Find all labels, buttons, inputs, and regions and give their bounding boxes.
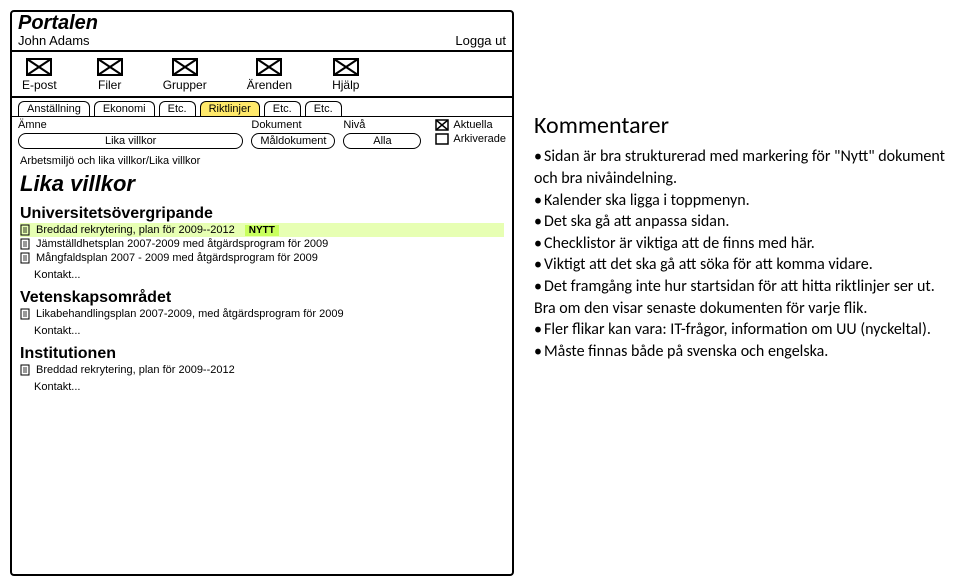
main-tab-label: Grupper bbox=[163, 78, 207, 92]
aktuella-label: Aktuella bbox=[453, 119, 492, 131]
filter-amne-input[interactable]: Lika villkor bbox=[18, 133, 243, 149]
main-tab-label: Filer bbox=[98, 78, 121, 92]
comment-bullet: Sidan är bra strukturerad med markering … bbox=[534, 146, 949, 189]
document-icon bbox=[20, 224, 30, 236]
sub-tabs: Anställning Ekonomi Etc. Riktlinjer Etc. Etc. bbox=[12, 98, 512, 116]
document-icon bbox=[20, 252, 30, 264]
kontakt-link[interactable]: Kontakt... bbox=[34, 381, 504, 393]
tab-icon bbox=[97, 58, 123, 76]
main-tabs: E-post Filer Grupper Ärenden Hjälp bbox=[12, 52, 512, 98]
new-badge: NYTT bbox=[245, 225, 279, 236]
document-icon bbox=[20, 364, 30, 376]
filter-dokument-input[interactable]: Måldokument bbox=[251, 133, 335, 149]
main-tab-grupper[interactable]: Grupper bbox=[163, 58, 207, 92]
main-tab-hjälp[interactable]: Hjälp bbox=[332, 58, 359, 92]
comment-bullet: Det ska gå att anpassa sidan. bbox=[534, 211, 949, 233]
checkbox-aktuella[interactable] bbox=[435, 119, 449, 131]
tab-icon bbox=[172, 58, 198, 76]
list-item[interactable]: Jämställdhetsplan 2007-2009 med åtgärdsp… bbox=[20, 237, 504, 251]
filter-dokument-label: Dokument bbox=[251, 119, 335, 131]
main-tab-label: Hjälp bbox=[332, 78, 359, 92]
list-item-label: Jämställdhetsplan 2007-2009 med åtgärdsp… bbox=[36, 238, 328, 250]
list-item[interactable]: Breddad rekrytering, plan för 2009--2012 bbox=[20, 363, 504, 377]
main-tab-label: Ärenden bbox=[247, 78, 292, 92]
logout-link[interactable]: Logga ut bbox=[455, 33, 506, 48]
filter-amne-label: Ämne bbox=[18, 119, 243, 131]
list-item-label: Mångfaldsplan 2007 - 2009 med åtgärdspro… bbox=[36, 252, 318, 264]
document-icon bbox=[20, 238, 30, 250]
main-tab-ärenden[interactable]: Ärenden bbox=[247, 58, 292, 92]
list-item[interactable]: Breddad rekrytering, plan för 2009--2012… bbox=[20, 223, 504, 237]
portal-title: Portalen bbox=[18, 12, 506, 35]
arkiverade-label: Arkiverade bbox=[453, 133, 506, 145]
sub-tab-1[interactable]: Ekonomi bbox=[94, 101, 155, 116]
sub-tab-3[interactable]: Riktlinjer bbox=[200, 101, 260, 116]
tab-icon bbox=[26, 58, 52, 76]
list-item-label: Breddad rekrytering, plan för 2009--2012 bbox=[36, 364, 235, 376]
list-item[interactable]: Likabehandlingsplan 2007-2009, med åtgär… bbox=[20, 307, 504, 321]
main-tab-e-post[interactable]: E-post bbox=[22, 58, 57, 92]
content-area: Lika villkor Universitetsövergripande Br… bbox=[12, 169, 512, 405]
main-tab-label: E-post bbox=[22, 78, 57, 92]
kontakt-link[interactable]: Kontakt... bbox=[34, 269, 504, 281]
sub-tab-5[interactable]: Etc. bbox=[305, 101, 342, 116]
checkbox-arkiverade[interactable] bbox=[435, 133, 449, 145]
document-icon bbox=[20, 308, 30, 320]
comment-bullet: Kalender ska ligga i toppmenyn. bbox=[534, 190, 949, 212]
tab-icon bbox=[333, 58, 359, 76]
section-title: Universitetsövergripande bbox=[20, 205, 504, 223]
page-title: Lika villkor bbox=[20, 171, 504, 197]
sub-tab-4[interactable]: Etc. bbox=[264, 101, 301, 116]
tab-icon bbox=[256, 58, 282, 76]
comment-bullet: Fler flikar kan vara: IT-frågor, informa… bbox=[534, 319, 949, 341]
comments-panel: Kommentarer Sidan är bra strukturerad me… bbox=[534, 10, 949, 576]
main-tab-filer[interactable]: Filer bbox=[97, 58, 123, 92]
list-item[interactable]: Mångfaldsplan 2007 - 2009 med åtgärdspro… bbox=[20, 251, 504, 265]
comment-bullet: Viktigt att det ska gå att söka för att … bbox=[534, 254, 949, 276]
breadcrumb: Arbetsmiljö och lika villkor/Lika villko… bbox=[12, 153, 512, 169]
mockup-window: Portalen John Adams Logga ut E-post File… bbox=[10, 10, 514, 576]
comments-heading: Kommentarer bbox=[534, 110, 949, 142]
comment-bullet: Måste finnas både på svenska och engelsk… bbox=[534, 341, 949, 363]
list-item-label: Likabehandlingsplan 2007-2009, med åtgär… bbox=[36, 308, 344, 320]
topbar: Portalen John Adams Logga ut bbox=[12, 12, 512, 52]
comment-bullet: Det framgång inte hur startsidan för att… bbox=[534, 276, 949, 319]
section-title: Institutionen bbox=[20, 345, 504, 363]
filter-niva-label: Nivå bbox=[343, 119, 421, 131]
sub-tab-0[interactable]: Anställning bbox=[18, 101, 90, 116]
section-title: Vetenskapsområdet bbox=[20, 289, 504, 307]
sub-tab-2[interactable]: Etc. bbox=[159, 101, 196, 116]
user-name: John Adams bbox=[18, 33, 90, 48]
list-item-label: Breddad rekrytering, plan för 2009--2012 bbox=[36, 224, 235, 236]
kontakt-link[interactable]: Kontakt... bbox=[34, 325, 504, 337]
filter-niva-input[interactable]: Alla bbox=[343, 133, 421, 149]
comment-bullet: Checklistor är viktiga att de finns med … bbox=[534, 233, 949, 255]
filters-row: Ämne Lika villkor Dokument Måldokument N… bbox=[12, 116, 512, 153]
comments-list: Sidan är bra strukturerad med markering … bbox=[534, 146, 949, 362]
